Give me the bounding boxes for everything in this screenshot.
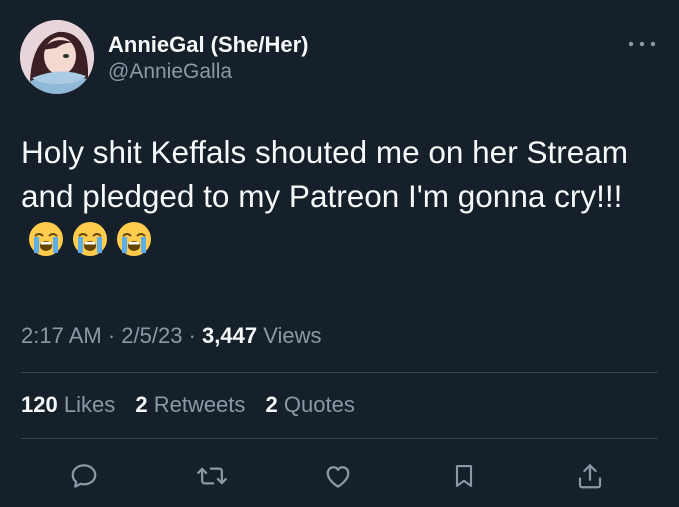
quotes-stat[interactable]: 2 Quotes [266, 392, 355, 417]
reply-button[interactable] [64, 456, 104, 496]
heart-icon [326, 466, 350, 488]
like-button[interactable] [318, 456, 358, 496]
divider [21, 438, 658, 439]
bookmark-button[interactable] [444, 456, 484, 496]
meta-separator: · [188, 323, 196, 348]
tweet-stats: 120 Likes 2 Retweets 2 Quotes [21, 392, 369, 418]
likes-label: Likes [63, 392, 116, 417]
retweets-stat[interactable]: 2 Retweets [135, 392, 245, 417]
loudly-crying-face-icon [115, 220, 153, 258]
retweet-icon [197, 467, 227, 485]
retweets-label: Retweets [153, 392, 246, 417]
bookmark-icon [455, 465, 473, 487]
views-count: 3,447 [202, 323, 258, 348]
likes-stat[interactable]: 120 Likes [21, 392, 115, 417]
meta-separator: · [107, 323, 116, 348]
loudly-crying-face-icon [71, 220, 109, 258]
divider [21, 372, 658, 373]
quotes-label: Quotes [283, 392, 355, 417]
tweet-meta: 2:17 AM · 2/5/23 · 3,447 Views [21, 323, 322, 349]
retweets-count: 2 [135, 392, 148, 417]
quotes-count: 2 [265, 392, 278, 417]
share-button[interactable] [570, 456, 610, 496]
tweet-text-content: Holy shit Keffals shouted me on her Stre… [21, 134, 628, 214]
tweet-text: Holy shit Keffals shouted me on her Stre… [21, 130, 661, 262]
share-icon [578, 464, 602, 489]
loudly-crying-face-icon [27, 220, 65, 258]
likes-count: 120 [21, 392, 58, 417]
author-handle[interactable]: @AnnieGalla [108, 60, 232, 84]
avatar[interactable] [20, 20, 94, 94]
retweet-button[interactable] [192, 456, 232, 496]
tweet-date[interactable]: 2/5/23 [121, 323, 182, 348]
tweet-time[interactable]: 2:17 AM [21, 323, 102, 348]
author-display-name[interactable]: AnnieGal (She/Her) [108, 32, 308, 58]
more-options-icon[interactable] [626, 36, 658, 52]
views-label: Views [263, 323, 322, 348]
avatar-image [20, 20, 94, 94]
reply-icon [71, 464, 97, 488]
